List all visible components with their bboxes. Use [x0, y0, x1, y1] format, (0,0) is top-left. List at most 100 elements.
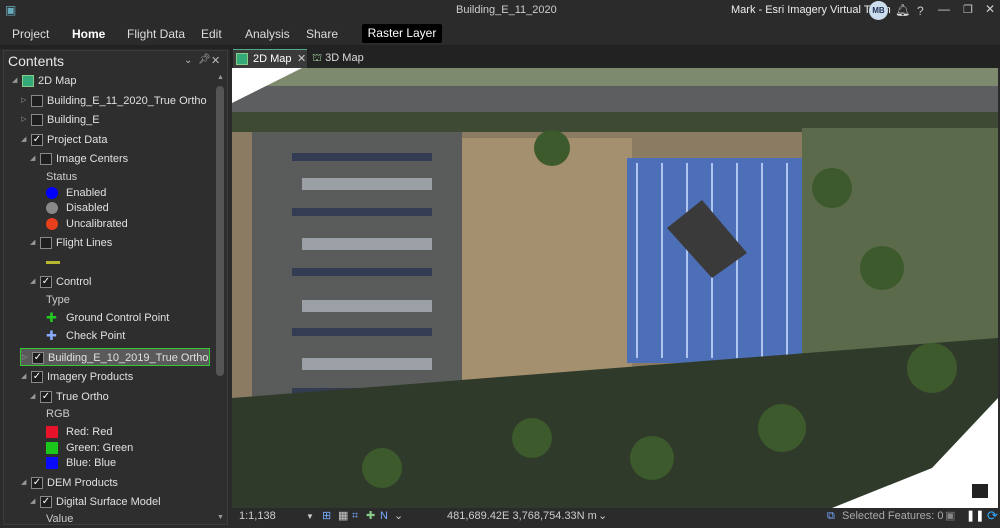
grid-icon[interactable]: ⊞: [322, 508, 331, 525]
collapse-icon[interactable]: ◢: [21, 474, 26, 492]
collapse-icon[interactable]: ◢: [30, 234, 35, 252]
selection-icon[interactable]: ⧉: [827, 508, 835, 525]
tree-item[interactable]: ◢ ✓ Digital Surface Model: [4, 493, 212, 511]
layer-checkbox[interactable]: ✓: [31, 371, 43, 383]
tree-item-label: Building_E_11_2020_True Ortho: [47, 95, 207, 107]
coordinate-format-dropdown[interactable]: ⌄: [598, 508, 607, 525]
layer-checkbox[interactable]: ✓: [31, 477, 43, 489]
tree-item[interactable]: ◢ ✓ Imagery Products: [4, 368, 212, 386]
tab-2d-map[interactable]: 2D Map ✕: [233, 49, 307, 68]
avatar[interactable]: MB: [869, 1, 888, 20]
tree-item-label: Blue: Blue: [66, 457, 117, 469]
collapse-icon[interactable]: ◢: [30, 273, 35, 291]
pause-icon[interactable]: ❚❚: [966, 508, 984, 525]
color-swatch-icon: [46, 457, 58, 469]
tab-home[interactable]: Home: [72, 27, 105, 41]
circle-symbol-icon: [46, 218, 58, 230]
layer-checkbox[interactable]: [31, 114, 43, 126]
color-swatch-icon: [46, 426, 58, 438]
expand-icon[interactable]: ▷: [21, 111, 26, 129]
tab-2d-map-label: 2D Map: [253, 53, 292, 65]
tab-analysis[interactable]: Analysis: [245, 27, 290, 41]
tree-item-label: Flight Lines: [56, 237, 113, 249]
map-icon: [22, 75, 34, 87]
tree-item[interactable]: ◢ 2D Map: [4, 72, 212, 90]
close-tab-icon[interactable]: ✕: [297, 50, 306, 68]
tree-item[interactable]: ◢ ✓ Project Data: [4, 131, 212, 149]
layer-checkbox[interactable]: ✓: [40, 391, 52, 403]
layer-checkbox[interactable]: ✓: [40, 276, 52, 288]
tree-item-label: True Ortho: [56, 391, 109, 403]
scale-selector[interactable]: 1:1,138: [239, 508, 276, 525]
tree-item: RGB: [4, 405, 212, 423]
circle-symbol-icon: [46, 187, 58, 199]
tab-3d-map[interactable]: ⛫ 3D Map: [312, 49, 364, 68]
tree-item[interactable]: ◢ ✓ Control: [4, 273, 212, 291]
close-icon[interactable]: ✕: [985, 2, 995, 16]
tree-item-label: Ground Control Point: [66, 312, 170, 324]
help-icon[interactable]: ?: [917, 4, 924, 18]
minimize-icon[interactable]: —: [938, 2, 950, 16]
collapse-icon[interactable]: ◢: [30, 388, 35, 406]
tab-edit[interactable]: Edit: [201, 27, 222, 41]
refresh-icon[interactable]: ⟳: [987, 507, 998, 524]
tree-item-label: Building_E: [47, 114, 100, 126]
scrollbar-thumb[interactable]: [216, 86, 224, 376]
tree-item-label: Digital Surface Model: [56, 496, 161, 508]
more-dropdown-icon[interactable]: ⌄: [394, 508, 403, 525]
bell-icon[interactable]: 🔔︎: [895, 3, 910, 17]
selected-features[interactable]: Selected Features: 0: [842, 508, 944, 525]
snapping-icon[interactable]: ⌗: [352, 508, 358, 525]
map-icon: [236, 53, 248, 65]
tree-item[interactable]: ▷ ✓ Building_E_10_2019_True Ortho: [20, 348, 210, 366]
close-pane-icon[interactable]: ✕: [211, 54, 220, 67]
tab-3d-map-label: 3D Map: [325, 52, 364, 64]
layer-checkbox[interactable]: [40, 153, 52, 165]
tree-item[interactable]: ▷ Building_E_11_2020_True Ortho: [4, 92, 212, 110]
restore-icon[interactable]: ❐: [963, 3, 973, 16]
expand-icon[interactable]: ▷: [21, 92, 26, 110]
tab-project[interactable]: Project: [12, 27, 49, 41]
pane-options-icon[interactable]: ⌄: [184, 55, 192, 66]
status-bar: 1:1,138 ▼ ⊞ ▦ ⌗ ✚ N ⌄ 481,689.42E 3,768,…: [230, 508, 1000, 525]
tree-item: ✚ Check Point: [4, 327, 212, 345]
tree-item-label: Project Data: [47, 134, 108, 146]
refresh-table-icon[interactable]: ▣: [945, 508, 955, 525]
collapse-icon[interactable]: ◢: [30, 150, 35, 168]
layer-checkbox[interactable]: [31, 95, 43, 107]
contents-title: Contents: [8, 53, 65, 69]
collapse-icon[interactable]: ◢: [21, 131, 26, 149]
tree-item[interactable]: ◢ ✓ True Ortho: [4, 388, 212, 406]
tree-item[interactable]: ◢ ✓ DEM Products: [4, 474, 212, 492]
tree-item-label: Type: [46, 294, 70, 306]
window-title: Building_E_11_2020: [456, 4, 557, 16]
tree-item: Type: [4, 291, 212, 309]
tab-share[interactable]: Share: [306, 27, 338, 41]
plus-symbol-icon: ✚: [46, 328, 57, 343]
layer-checkbox[interactable]: ✓: [40, 496, 52, 508]
collapse-icon[interactable]: ◢: [30, 493, 35, 511]
layer-checkbox[interactable]: ✓: [32, 352, 44, 364]
tree-item: Blue: Blue: [4, 454, 212, 472]
scroll-up-icon[interactable]: ▲: [217, 74, 224, 81]
constraint-icon[interactable]: ✚: [366, 508, 375, 525]
map-view[interactable]: [232, 68, 998, 508]
tree-item[interactable]: ▷ Building_E: [4, 111, 212, 129]
table-icon[interactable]: ▦: [338, 508, 348, 525]
scale-dropdown-icon[interactable]: ▼: [306, 508, 314, 525]
tree-item[interactable]: ◢ Flight Lines: [4, 234, 212, 252]
layer-checkbox[interactable]: ✓: [31, 134, 43, 146]
line-symbol-icon: [46, 261, 60, 264]
pin-icon[interactable]: 📌︎: [198, 54, 211, 65]
tree-item[interactable]: ◢ Image Centers: [4, 150, 212, 168]
scroll-down-icon[interactable]: ▼: [217, 514, 224, 521]
tab-raster-layer[interactable]: Raster Layer: [362, 24, 442, 43]
tab-flight-data[interactable]: Flight Data: [127, 27, 185, 41]
expand-icon[interactable]: ▷: [22, 349, 27, 367]
user-name[interactable]: Mark - Esri Imagery Virtual Team: [731, 4, 891, 16]
collapse-icon[interactable]: ◢: [12, 72, 17, 90]
layer-checkbox[interactable]: [40, 237, 52, 249]
title-bar: ▣ Building_E_11_2020 Mark - Esri Imagery…: [0, 0, 1000, 22]
collapse-icon[interactable]: ◢: [21, 368, 26, 386]
north-arrow-icon[interactable]: N: [380, 508, 388, 525]
